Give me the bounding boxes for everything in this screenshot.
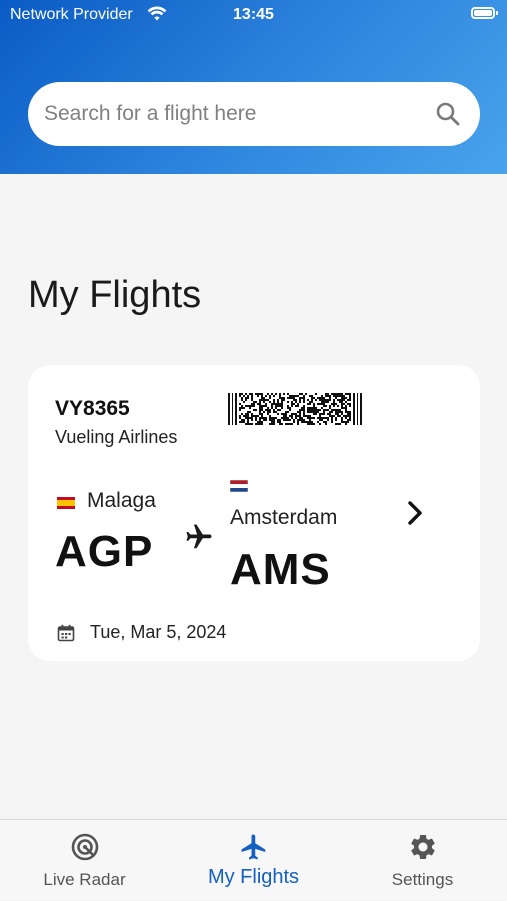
tab-my-flights[interactable]: My Flights [169,820,338,901]
tab-settings[interactable]: Settings [338,820,507,901]
header: Network Provider 13:45 [0,0,507,174]
spain-flag-icon [57,497,75,509]
page-title: My Flights [28,274,202,316]
tab-bar: Live Radar My Flights Settings [0,819,507,900]
gear-icon [410,834,435,859]
origin-code: AGP [55,527,154,576]
battery-icon [471,7,498,19]
airline-name: Vueling Airlines [55,427,178,447]
tab-label: Settings [391,870,454,889]
flight-date: Tue, Mar 5, 2024 [90,622,227,642]
destination-code: AMS [230,545,331,594]
airplane-icon [241,834,265,860]
status-bar: Network Provider 13:45 [0,0,507,32]
radar-icon [71,833,98,861]
barcode-image [228,393,362,425]
tab-live-radar[interactable]: Live Radar [0,820,169,901]
airplane-icon [186,524,212,549]
search-input[interactable] [42,101,434,127]
search-bar[interactable] [28,82,480,146]
flight-card[interactable]: VY8365 Vueling Airlines Malaga AGP Amste… [28,365,480,661]
destination-city: Amsterdam [230,506,338,529]
origin-city: Malaga [87,489,156,512]
chevron-right-icon[interactable] [404,500,426,526]
search-icon[interactable] [434,100,462,128]
tab-label: Live Radar [43,870,126,889]
clock: 13:45 [233,6,274,23]
flight-number: VY8365 [55,397,130,420]
netherlands-flag-icon [230,480,248,492]
calendar-icon [57,624,75,642]
tab-label: My Flights [207,866,300,888]
